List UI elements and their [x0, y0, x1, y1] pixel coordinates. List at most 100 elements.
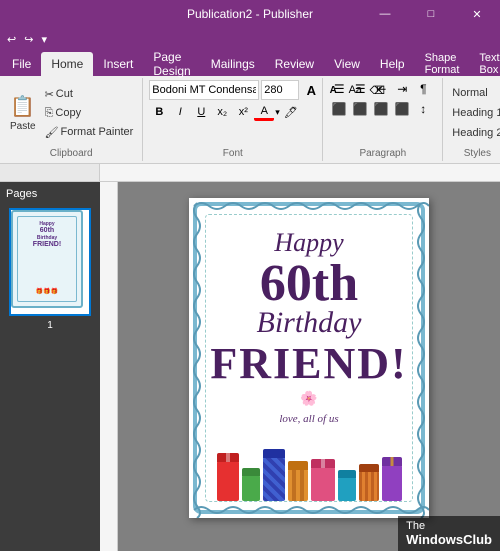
gift-3: [263, 457, 285, 501]
font-grow-button[interactable]: A: [301, 81, 321, 99]
minimize-button[interactable]: —: [362, 0, 408, 28]
pilcrow-button[interactable]: ¶: [413, 80, 433, 98]
quick-access-toolbar: ↩ ↪ ▾: [0, 28, 500, 50]
copy-button[interactable]: ⎘ Copy: [42, 104, 137, 122]
redo-button[interactable]: ↪: [21, 30, 36, 48]
superscript-button[interactable]: x²: [233, 103, 253, 121]
cut-label: Cut: [56, 88, 73, 100]
highlight-button[interactable]: 🖊: [281, 103, 301, 121]
ribbon: 📋 Paste ✂ Cut ⎘ Copy 🖌 Format Painter Cl…: [0, 76, 500, 164]
page-thumbnail-1[interactable]: Happy 60th Birthday FRIEND! 🎁🎁🎁: [9, 208, 91, 316]
pages-panel: Pages Happy 60th Birthday FRIEND! 🎁🎁🎁 1: [0, 182, 100, 551]
format-buttons-row: B I U x₂ x² A ▾ 🖊: [149, 103, 301, 121]
style-heading2[interactable]: Heading 2: [449, 124, 500, 142]
tab-file[interactable]: File: [2, 52, 41, 76]
bullets-button[interactable]: ☰: [329, 80, 349, 98]
card-friend-text: FRIEND!: [210, 342, 407, 386]
underline-button[interactable]: U: [191, 103, 211, 121]
font-size-input[interactable]: [261, 80, 299, 100]
font-content: A A Aa ⌫ B I U x₂ x² A ▾ 🖊: [149, 80, 316, 146]
undo-button[interactable]: ↩: [4, 30, 19, 48]
styles-label: Styles: [449, 146, 500, 159]
gift-5: [311, 467, 335, 501]
paragraph-content: ☰ ☰ ⇤ ⇥ ¶ ⬛ ⬛ ⬛ ⬛ ↕: [329, 80, 436, 146]
tab-help[interactable]: Help: [370, 52, 415, 76]
align-center-button[interactable]: ⬛: [350, 100, 370, 118]
clipboard-group: 📋 Paste ✂ Cut ⎘ Copy 🖌 Format Painter Cl…: [0, 78, 143, 161]
clipboard-small-btns: ✂ Cut ⎘ Copy 🖌 Format Painter: [42, 85, 137, 141]
font-color-dropdown[interactable]: ▾: [275, 107, 280, 118]
justify-button[interactable]: ⬛: [392, 100, 412, 118]
cut-icon: ✂: [45, 88, 54, 101]
line-spacing-button[interactable]: ↕: [413, 100, 433, 118]
card-love-text: love, all of us: [279, 413, 338, 425]
vertical-ruler: [100, 182, 118, 551]
thumb-60th: 60th: [33, 227, 61, 235]
format-painter-button[interactable]: 🖌 Format Painter: [42, 123, 137, 141]
font-label: Font: [149, 146, 316, 159]
clipboard-label: Clipboard: [6, 146, 136, 159]
card-page: Happy 60th Birthday FRIEND! 🌸 love, all …: [189, 198, 429, 518]
tab-insert[interactable]: Insert: [93, 52, 143, 76]
ruler-row: [0, 164, 500, 182]
styles-group: Normal Heading 1 Heading 2 Styles: [443, 78, 500, 161]
window-controls: — □ ✕: [362, 0, 500, 28]
gift-7-lid: [359, 464, 379, 472]
paste-button[interactable]: 📋 Paste: [6, 85, 40, 141]
numbering-button[interactable]: ☰: [350, 80, 370, 98]
list-buttons-row: ☰ ☰ ⇤ ⇥ ¶: [329, 80, 433, 98]
canvas-area[interactable]: Happy 60th Birthday FRIEND! 🌸 love, all …: [118, 182, 500, 551]
gift-5-ribbon: [321, 459, 325, 468]
thumb-text-area: Happy 60th Birthday FRIEND!: [33, 221, 61, 250]
paste-label: Paste: [10, 121, 36, 132]
gift-4: [288, 469, 308, 501]
tab-home[interactable]: Home: [41, 52, 93, 76]
card-bow-decoration: 🌸: [300, 390, 317, 407]
font-name-input[interactable]: [149, 80, 259, 100]
italic-button[interactable]: I: [170, 103, 190, 121]
subscript-button[interactable]: x₂: [212, 103, 232, 121]
tab-review[interactable]: Review: [265, 52, 324, 76]
gift-8-ribbon: [390, 457, 393, 466]
gift-1-ribbon: [226, 453, 230, 462]
align-buttons-row: ⬛ ⬛ ⬛ ⬛ ↕: [329, 100, 433, 118]
thumb-card: Happy 60th Birthday FRIEND! 🎁🎁🎁: [11, 210, 83, 308]
gift-3-lid: [263, 449, 285, 458]
card-birthday-text: Birthday: [257, 306, 362, 340]
format-painter-label: Format Painter: [61, 126, 134, 138]
bold-button[interactable]: B: [149, 103, 169, 121]
align-left-button[interactable]: ⬛: [329, 100, 349, 118]
watermark: The WindowsClub: [398, 516, 500, 551]
gift-7: [359, 471, 379, 501]
card-happy-text: Happy: [274, 228, 343, 258]
card-inner: Happy 60th Birthday FRIEND! 🌸 love, all …: [205, 214, 413, 502]
tab-mailings[interactable]: Mailings: [201, 52, 265, 76]
copy-icon: ⎘: [45, 107, 54, 120]
close-button[interactable]: ✕: [454, 0, 500, 28]
tab-page-design[interactable]: Page Design: [143, 52, 200, 76]
thumb-friend: FRIEND!: [33, 241, 61, 249]
gift-1: [217, 461, 239, 501]
increase-indent-button[interactable]: ⇥: [392, 80, 412, 98]
gift-2: [242, 475, 260, 501]
style-normal[interactable]: Normal: [449, 84, 500, 102]
paragraph-label: Paragraph: [329, 146, 436, 159]
align-right-button[interactable]: ⬛: [371, 100, 391, 118]
main-area: Pages Happy 60th Birthday FRIEND! 🎁🎁🎁 1: [0, 182, 500, 551]
tab-text-box[interactable]: Text Box: [469, 52, 500, 76]
clipboard-content: 📋 Paste ✂ Cut ⎘ Copy 🖌 Format Painter: [6, 80, 136, 146]
cut-button[interactable]: ✂ Cut: [42, 85, 137, 103]
decrease-indent-button[interactable]: ⇤: [371, 80, 391, 98]
gift-2-lid: [242, 468, 260, 476]
styles-content: Normal Heading 1 Heading 2: [449, 80, 500, 146]
tab-view[interactable]: View: [324, 52, 370, 76]
qa-more-button[interactable]: ▾: [38, 30, 50, 48]
paste-icon: 📋: [10, 94, 35, 119]
gift-4-lid: [288, 461, 308, 470]
thumb-inner: Happy 60th Birthday FRIEND! 🎁🎁🎁: [17, 216, 77, 302]
font-group: A A Aa ⌫ B I U x₂ x² A ▾ 🖊 Font: [143, 78, 323, 161]
tab-shape-format[interactable]: Shape Format: [415, 52, 470, 76]
maximize-button[interactable]: □: [408, 0, 454, 28]
style-heading1[interactable]: Heading 1: [449, 104, 500, 122]
font-color-button[interactable]: A: [254, 103, 274, 121]
